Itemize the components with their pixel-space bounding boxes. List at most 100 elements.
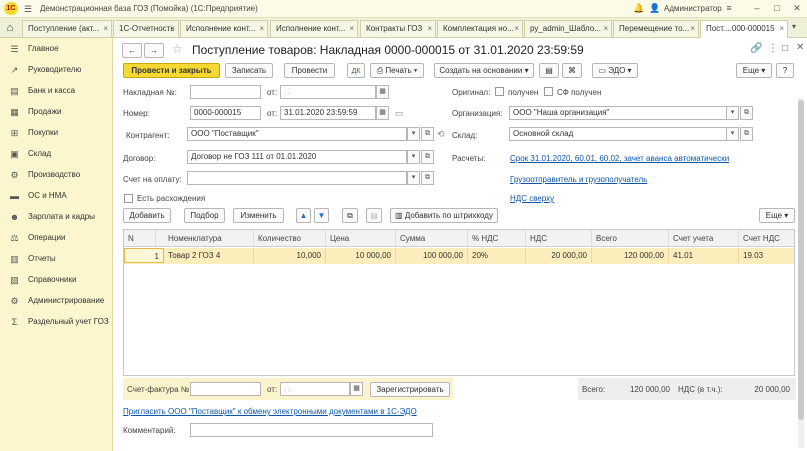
more-button[interactable]: Еще ▾: [736, 63, 772, 78]
column-header[interactable]: НДС: [526, 230, 592, 247]
cell-total[interactable]: 120 000,00: [592, 248, 669, 263]
tab-3[interactable]: Исполнение конт... ×: [270, 20, 358, 37]
sidebar-item-salary[interactable]: ☻ Зарплата и кадры: [0, 207, 113, 227]
tab-0[interactable]: Поступление (акт... ×: [22, 20, 112, 37]
column-header[interactable]: Счет НДС: [739, 230, 794, 247]
settings-menu-icon[interactable]: ≡: [722, 2, 736, 15]
calendar-icon[interactable]: ▦: [350, 382, 363, 396]
column-header[interactable]: Цена: [326, 230, 396, 247]
close-icon[interactable]: ✕: [790, 2, 804, 15]
dropdown-icon[interactable]: ▾: [726, 127, 739, 141]
move-down-button[interactable]: ▼: [314, 208, 329, 223]
post-and-close-button[interactable]: Провести и закрыть: [123, 63, 220, 78]
star-icon[interactable]: ☆: [172, 42, 183, 56]
attach-button[interactable]: ⌘: [562, 63, 582, 78]
cell-sum[interactable]: 100 000,00: [396, 248, 468, 263]
column-header[interactable]: Номенклатура: [164, 230, 254, 247]
close-icon[interactable]: ×: [514, 21, 519, 37]
tab-7[interactable]: Перемещение то... ×: [613, 20, 699, 37]
organization-input[interactable]: ООО "Наша организация": [509, 106, 738, 120]
cell-account[interactable]: 41.01: [669, 248, 739, 263]
user-icon[interactable]: 👤: [648, 2, 662, 15]
contract-input[interactable]: Договор не ГОЗ 111 от 01.01.2020: [187, 150, 407, 164]
add-by-barcode-button[interactable]: ▥ Добавить по штрихкоду: [390, 208, 498, 223]
close-icon[interactable]: ×: [259, 21, 264, 37]
comment-input[interactable]: [190, 423, 433, 437]
move-up-button[interactable]: ▲: [296, 208, 311, 223]
cell-vat-account[interactable]: 19.03: [739, 248, 794, 263]
cell-number[interactable]: 1: [124, 248, 164, 263]
tab-5[interactable]: Комплектация но... ×: [437, 20, 523, 37]
print-button[interactable]: ⎙ Печать ▾: [370, 63, 424, 78]
sidebar-item-catalogs[interactable]: ▧ Справочники: [0, 270, 113, 290]
user-name[interactable]: Администратор: [664, 4, 722, 13]
link-icon[interactable]: 🔗: [750, 43, 762, 54]
close-icon[interactable]: ×: [779, 21, 784, 37]
column-header[interactable]: Счет учета: [669, 230, 739, 247]
sidebar-item-sales[interactable]: ▦ Продажи: [0, 102, 113, 122]
column-header[interactable]: Сумма: [396, 230, 468, 247]
cell-price[interactable]: 10 000,00: [326, 248, 396, 263]
tab-4[interactable]: Контракты ГОЗ ×: [360, 20, 436, 37]
paste-button[interactable]: ▤: [366, 208, 382, 223]
tab-6[interactable]: ру_admin_Шабло... ×: [524, 20, 612, 37]
document-icon[interactable]: ▭: [395, 108, 404, 119]
sf-number-input[interactable]: [190, 382, 261, 396]
column-header[interactable]: Количество: [254, 230, 326, 247]
sidebar-item-fixed-assets[interactable]: ▬ ОС и НМА: [0, 186, 113, 206]
sf-date-input[interactable]: . .: [280, 382, 350, 396]
scrollbar-thumb[interactable]: [798, 100, 804, 420]
invite-edo-link[interactable]: Пригласить ООО "Поставщик" к обмену элек…: [123, 407, 417, 416]
create-based-on-button[interactable]: Создать на основании ▾: [434, 63, 534, 78]
post-button[interactable]: Провести: [284, 63, 335, 78]
back-button[interactable]: ←: [122, 43, 142, 58]
edo-button[interactable]: ▭ ЭДО ▾: [592, 63, 638, 78]
close-icon[interactable]: ×: [170, 21, 175, 37]
warehouse-input[interactable]: Основной склад: [509, 127, 738, 141]
sidebar-item-production[interactable]: ⚙ Производство: [0, 165, 113, 185]
maximize-form-icon[interactable]: □: [782, 43, 788, 54]
payment-invoice-input[interactable]: [187, 171, 407, 185]
change-button[interactable]: Изменить: [233, 208, 284, 223]
sidebar-item-bank[interactable]: ▤ Банк и касса: [0, 81, 113, 101]
cell-quantity[interactable]: 10,000: [254, 248, 326, 263]
open-link-icon[interactable]: ⧉: [421, 127, 434, 141]
cell-vat-rate[interactable]: 20%: [468, 248, 526, 263]
cell-vat[interactable]: 20 000,00: [526, 248, 592, 263]
sidebar-item-main[interactable]: ☰ Главное: [0, 39, 113, 59]
discrepancies-checkbox[interactable]: [124, 194, 133, 203]
open-link-icon[interactable]: ⧉: [740, 127, 753, 141]
tab-1[interactable]: 1С-Отчетность ×: [113, 20, 179, 37]
sidebar-item-purchases[interactable]: ⊞ Покупки: [0, 123, 113, 143]
open-link-icon[interactable]: ⧉: [740, 106, 753, 120]
cell-nomenclature[interactable]: Товар 2 ГОЗ 4: [164, 248, 254, 263]
maximize-icon[interactable]: □: [770, 2, 784, 15]
received-checkbox[interactable]: [495, 87, 504, 96]
sidebar-item-operations[interactable]: ⚖ Операции: [0, 228, 113, 248]
calendar-icon[interactable]: ▦: [376, 106, 389, 120]
invoice-number-input[interactable]: [190, 85, 261, 99]
more-vertical-icon[interactable]: ⋮: [768, 43, 778, 54]
column-header[interactable]: N: [124, 230, 156, 247]
bell-icon[interactable]: 🔔: [632, 2, 646, 15]
dropdown-icon[interactable]: ▾: [726, 106, 739, 120]
column-header[interactable]: Всего: [592, 230, 669, 247]
settlements-link[interactable]: Срок 31.01.2020, 60.01, 60.02, зачет ава…: [510, 154, 729, 163]
vat-on-top-link[interactable]: НДС сверху: [510, 194, 554, 203]
sf-received-checkbox[interactable]: [544, 87, 553, 96]
tab-2[interactable]: Исполнение конт... ×: [180, 20, 268, 37]
edo-status-icon[interactable]: ⟲: [437, 129, 445, 140]
open-link-icon[interactable]: ⧉: [421, 171, 434, 185]
sidebar-item-reports[interactable]: ▥ Отчеты: [0, 249, 113, 269]
dropdown-icon[interactable]: ▾: [407, 150, 420, 164]
date-input[interactable]: 31.01.2020 23:59:59: [280, 106, 376, 120]
calendar-icon[interactable]: ▦: [376, 85, 389, 99]
help-button[interactable]: ?: [776, 63, 794, 78]
close-icon[interactable]: ×: [103, 21, 108, 37]
main-menu-icon[interactable]: ☰: [24, 3, 36, 15]
sidebar-item-warehouse[interactable]: ▣ Склад: [0, 144, 113, 164]
register-button[interactable]: Зарегистрировать: [370, 382, 450, 397]
copy-button[interactable]: ⧉: [342, 208, 358, 223]
contractor-input[interactable]: ООО "Поставщик": [187, 127, 407, 141]
close-form-icon[interactable]: ✕: [796, 42, 804, 53]
